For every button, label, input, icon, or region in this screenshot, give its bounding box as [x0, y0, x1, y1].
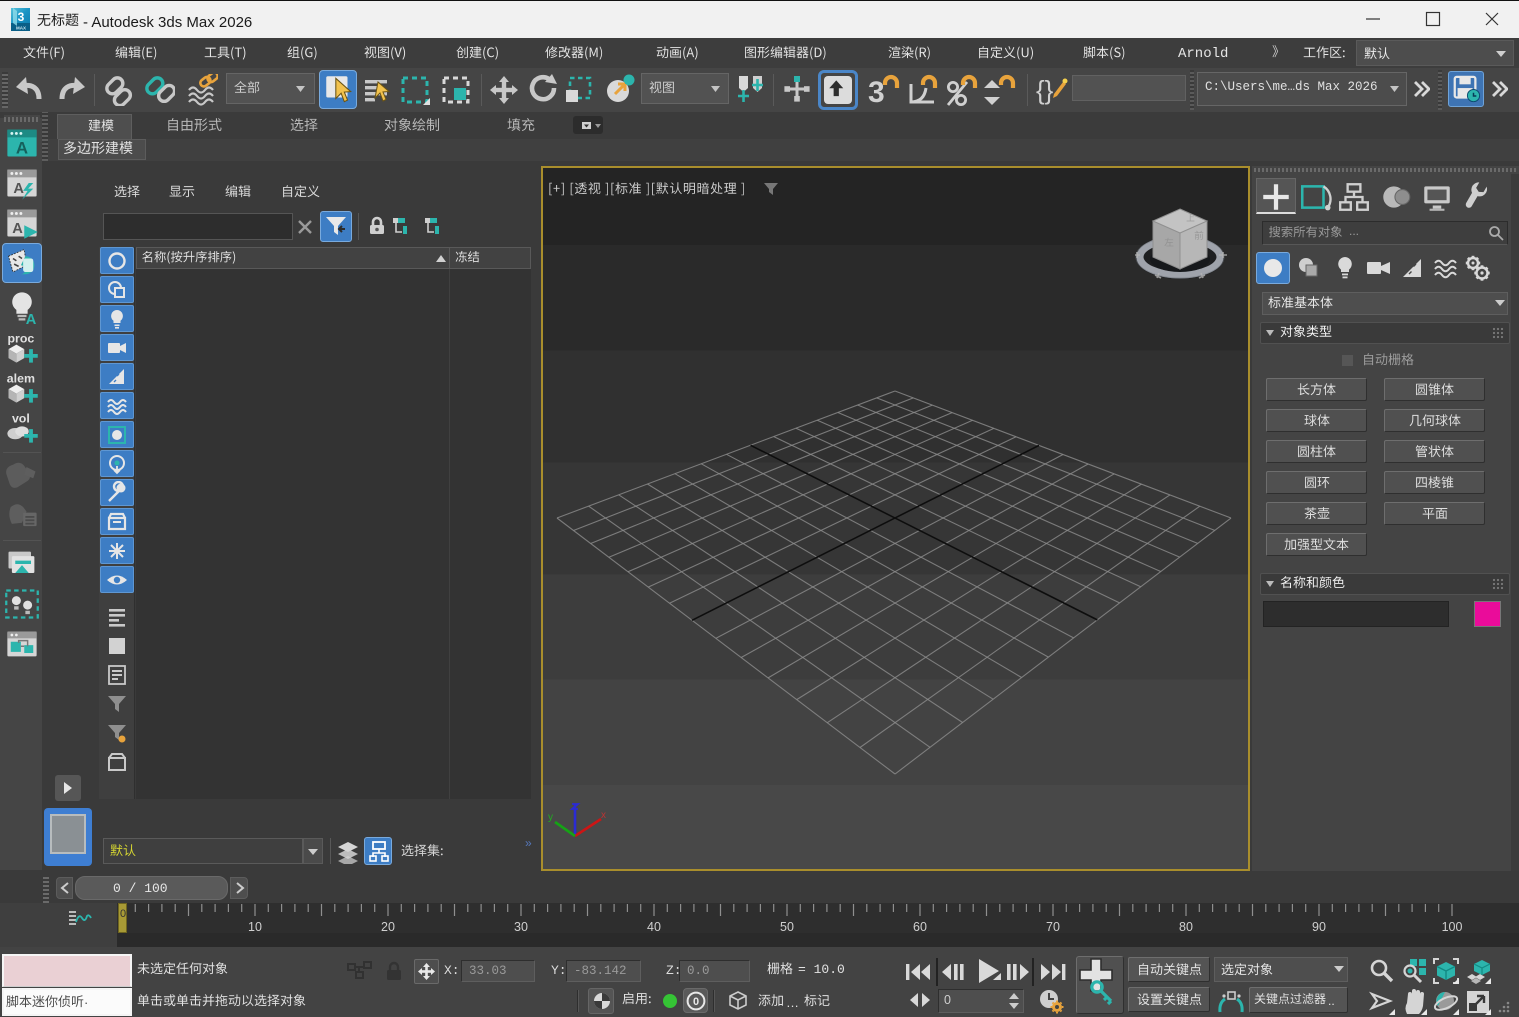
svg-text:{}: {}	[1036, 75, 1054, 105]
svg-text:3: 3	[18, 10, 25, 24]
svg-text:40: 40	[647, 920, 661, 934]
svg-text:50: 50	[780, 920, 794, 934]
svg-text:100: 100	[1442, 920, 1463, 934]
svg-text:30: 30	[514, 920, 528, 934]
svg-text:proc: proc	[7, 331, 34, 345]
svg-text:MAX: MAX	[16, 26, 26, 31]
svg-text:A: A	[16, 139, 28, 158]
svg-text:70: 70	[1046, 920, 1060, 934]
svg-text:20: 20	[381, 920, 395, 934]
svg-text:y: y	[548, 812, 553, 823]
svg-text:x: x	[601, 810, 606, 821]
svg-text:A: A	[12, 221, 23, 237]
svg-text:vol: vol	[12, 411, 30, 425]
svg-text:80: 80	[1179, 920, 1193, 934]
svg-text:90: 90	[1312, 920, 1326, 934]
svg-text:0: 0	[693, 996, 699, 1008]
svg-text:A: A	[13, 181, 24, 197]
svg-text:alem: alem	[7, 371, 35, 385]
svg-text:A: A	[26, 312, 37, 325]
svg-text:10: 10	[248, 920, 262, 934]
svg-text:3: 3	[868, 76, 885, 106]
svg-text:60: 60	[913, 920, 927, 934]
